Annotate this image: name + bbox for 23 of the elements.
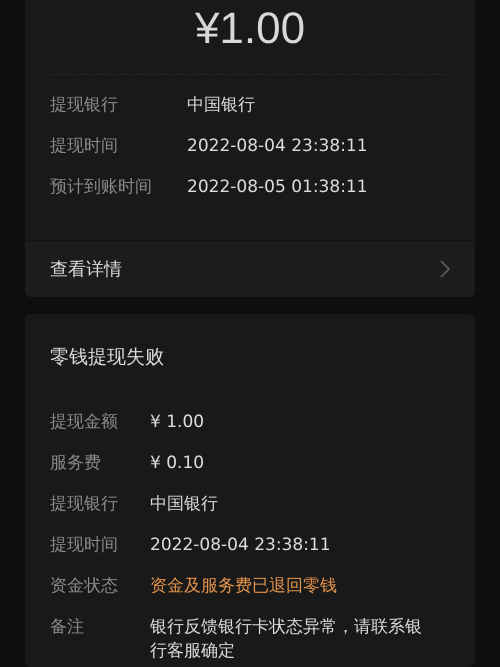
details-row[interactable]: 查看详情 [25,240,475,297]
field-label: 资金状态 [50,575,119,598]
field-label: 提现时间 [50,135,119,158]
chevron-right-icon [440,260,450,278]
card-title: 零钱提现失败 [49,345,165,370]
details-label: 查看详情 [50,258,122,281]
field-label: 服务费 [50,452,102,475]
status-value: 资金及服务费已退回零钱 [150,575,338,598]
field-value: 中国银行 [150,493,219,516]
field-label: 备注 [50,616,85,639]
amount-text: ¥1.00 [194,3,306,54]
field-value: ¥ 1.00 [150,411,206,434]
field-label: 提现时间 [50,534,119,557]
field-value: 2022-08-04 23:38:11 [187,135,369,158]
field-value: 中国银行 [187,94,256,117]
field-label: 预计到账时间 [50,176,153,199]
field-label: 提现银行 [50,493,119,516]
field-value: 银行反馈银行卡状态异常，请联系银行客服确定 [150,616,423,663]
field-label: 提现银行 [50,94,119,117]
field-value: 2022-08-05 01:38:11 [187,176,369,199]
field-value: 2022-08-04 23:38:11 [150,534,332,557]
field-value: ¥ 0.10 [150,452,206,475]
field-label: 提现金额 [50,411,119,434]
